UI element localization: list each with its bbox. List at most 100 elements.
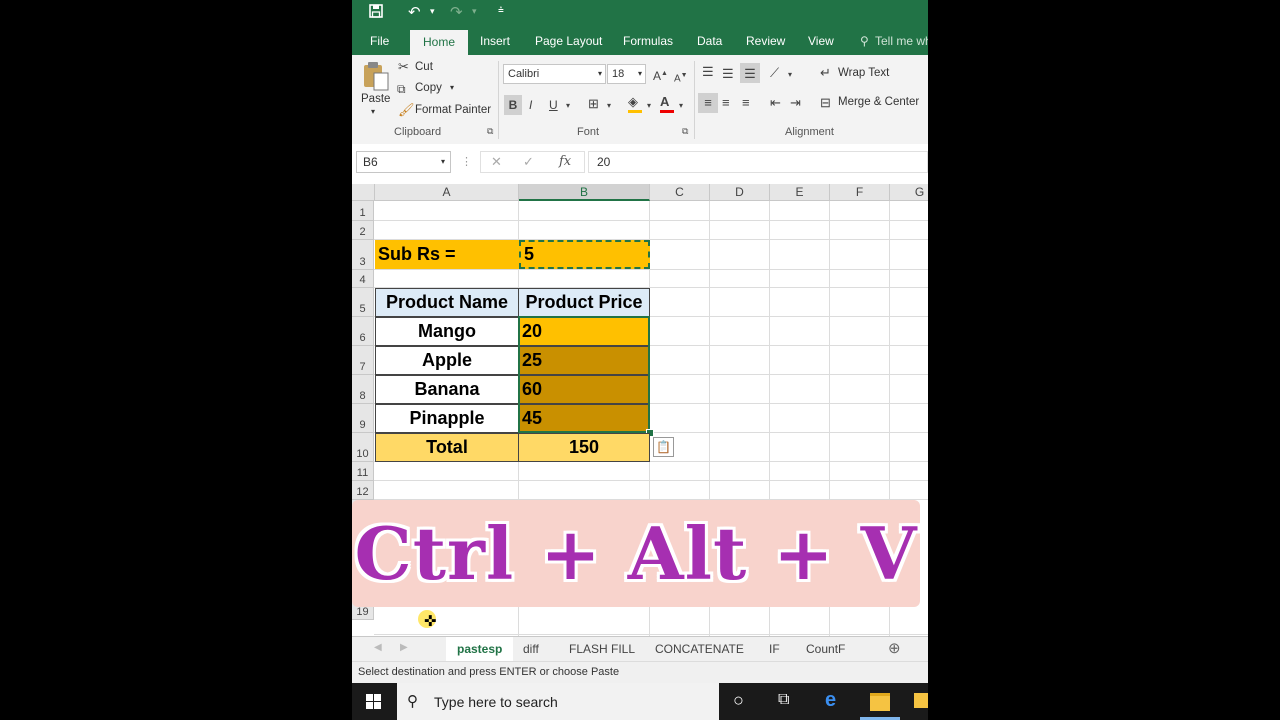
column-header-g[interactable]: G [890, 184, 928, 201]
increase-indent-icon[interactable]: ⇥ [790, 95, 801, 111]
borders-icon[interactable]: ⊞ [588, 96, 599, 112]
row-header-10[interactable]: 10 [352, 433, 374, 462]
tab-page-layout[interactable]: Page Layout [535, 34, 602, 48]
row-header-8[interactable]: 8 [352, 375, 374, 404]
copy-icon[interactable]: ⧉ [397, 81, 406, 97]
fill-color-icon[interactable]: ◈ [628, 94, 642, 113]
paste-button[interactable]: Paste [361, 93, 390, 105]
column-header-e[interactable]: E [770, 184, 830, 201]
save-icon[interactable] [369, 4, 383, 22]
formula-input[interactable]: 20 [588, 151, 928, 173]
scroll-left-icon[interactable]: ◀ [374, 642, 382, 653]
row-header-4[interactable]: 4 [352, 270, 374, 288]
underline-dropdown-icon[interactable]: ▾ [566, 98, 570, 114]
file-explorer-icon[interactable] [870, 693, 890, 711]
name-box[interactable]: B6 ▾ [356, 151, 451, 173]
cell-b3-copy-source[interactable]: 5 [519, 240, 650, 269]
sheet-tab-concatenate[interactable]: CONCATENATE [655, 642, 744, 656]
row-header-12[interactable]: 12 [352, 481, 374, 500]
cell-product-price[interactable]: 20 [518, 317, 650, 346]
sheet-tab-countf[interactable]: CountF [806, 642, 845, 656]
clipboard-launcher-icon[interactable]: ⧉ [487, 126, 493, 137]
cut-icon[interactable]: ✂ [398, 59, 409, 75]
cancel-icon[interactable]: ✕ [491, 154, 502, 170]
copy-button[interactable]: Copy [415, 82, 442, 94]
column-header-f[interactable]: F [830, 184, 890, 201]
cut-button[interactable]: Cut [415, 61, 433, 73]
column-header-a[interactable]: A [375, 184, 519, 201]
align-left-icon[interactable]: ≡ [698, 93, 718, 113]
add-sheet-icon[interactable]: ⊕ [888, 639, 901, 657]
borders-dropdown-icon[interactable]: ▾ [607, 98, 611, 114]
cell-a3[interactable]: Sub Rs = [375, 240, 519, 269]
wrap-text-button[interactable]: Wrap Text [838, 67, 889, 79]
row-header-11[interactable]: 11 [352, 462, 374, 481]
row-header-2[interactable]: 2 [352, 221, 374, 240]
cell-total-value[interactable]: 150 [518, 433, 650, 462]
merge-center-button[interactable]: Merge & Center [838, 96, 919, 108]
tab-view[interactable]: View [808, 34, 834, 48]
shrink-font-icon[interactable]: A▼ [674, 68, 688, 87]
italic-button[interactable]: I [529, 97, 532, 113]
column-header-c[interactable]: C [650, 184, 710, 201]
fill-color-dropdown-icon[interactable]: ▾ [647, 98, 651, 114]
tab-file[interactable]: File [370, 34, 389, 48]
column-header-b[interactable]: B [519, 184, 650, 201]
row-header-6[interactable]: 6 [352, 317, 374, 346]
tell-me-box[interactable]: Tell me wh [875, 34, 928, 48]
edge-icon[interactable]: e [825, 689, 836, 712]
scroll-right-icon[interactable]: ▶ [400, 642, 408, 653]
undo-icon[interactable]: ↶ [408, 3, 421, 21]
undo-dropdown-icon[interactable]: ▾ [430, 6, 435, 17]
store-icon[interactable] [914, 693, 928, 708]
row-header-5[interactable]: 5 [352, 288, 374, 317]
merge-center-icon[interactable]: ⊟ [820, 95, 831, 111]
copy-dropdown-icon[interactable]: ▾ [450, 83, 454, 92]
sheet-tab-pastesp[interactable]: pastesp [446, 637, 514, 663]
paste-icon[interactable] [362, 61, 390, 91]
orientation-dropdown-icon[interactable]: ▾ [788, 67, 792, 83]
sheet-tab-diff[interactable]: diff [523, 642, 539, 656]
tab-data[interactable]: Data [697, 34, 722, 48]
customize-icon[interactable]: ⩮ [498, 5, 504, 16]
cell-product-name[interactable]: Banana [375, 375, 519, 404]
cell-product-price[interactable]: 60 [518, 375, 650, 404]
tab-home[interactable]: Home [410, 30, 469, 55]
align-center-icon[interactable]: ≡ [722, 95, 730, 111]
cell-product-price[interactable]: 25 [518, 346, 650, 375]
column-header-d[interactable]: D [710, 184, 770, 201]
enter-icon[interactable]: ✓ [523, 154, 534, 170]
font-size-box[interactable]: 18 ▾ [607, 64, 646, 84]
cell-total-label[interactable]: Total [375, 433, 519, 462]
sheet-tab-flash-fill[interactable]: FLASH FILL [569, 642, 635, 656]
row-header-3[interactable]: 3 [352, 240, 374, 270]
format-painter-icon[interactable]: 🖌 [398, 102, 415, 118]
row-header-7[interactable]: 7 [352, 346, 374, 375]
sheet-tab-if[interactable]: IF [769, 642, 780, 656]
align-top-icon[interactable]: ☰ [702, 64, 714, 80]
decrease-indent-icon[interactable]: ⇤ [770, 95, 781, 111]
font-launcher-icon[interactable]: ⧉ [682, 126, 688, 137]
underline-button[interactable]: U [549, 97, 558, 113]
paste-options-icon[interactable]: 📋 [653, 437, 674, 457]
header-product-name[interactable]: Product Name [375, 288, 519, 317]
font-color-dropdown-icon[interactable]: ▾ [679, 98, 683, 114]
cell-product-price[interactable]: 45 [518, 404, 650, 433]
row-header-1[interactable]: 1 [352, 201, 374, 221]
task-view-icon[interactable]: ⧉ [778, 691, 789, 709]
align-right-icon[interactable]: ≡ [742, 95, 750, 111]
cell-product-name[interactable]: Apple [375, 346, 519, 375]
tab-review[interactable]: Review [746, 34, 785, 48]
grow-font-icon[interactable]: A▲ [653, 66, 668, 84]
cell-product-name[interactable]: Pinapple [375, 404, 519, 433]
font-name-box[interactable]: Calibri ▾ [503, 64, 606, 84]
taskbar-search-box[interactable]: ⚲ Type here to search [397, 683, 719, 720]
align-bottom-icon[interactable]: ☰ [740, 63, 760, 83]
row-header-9[interactable]: 9 [352, 404, 374, 433]
paste-dropdown-icon[interactable]: ▾ [371, 107, 375, 116]
tab-formulas[interactable]: Formulas [623, 34, 673, 48]
select-all-button[interactable] [352, 184, 375, 201]
orientation-icon[interactable]: ⟋ [770, 65, 779, 81]
wrap-text-icon[interactable]: ↵ [820, 65, 831, 81]
windows-start-icon[interactable] [366, 694, 381, 714]
